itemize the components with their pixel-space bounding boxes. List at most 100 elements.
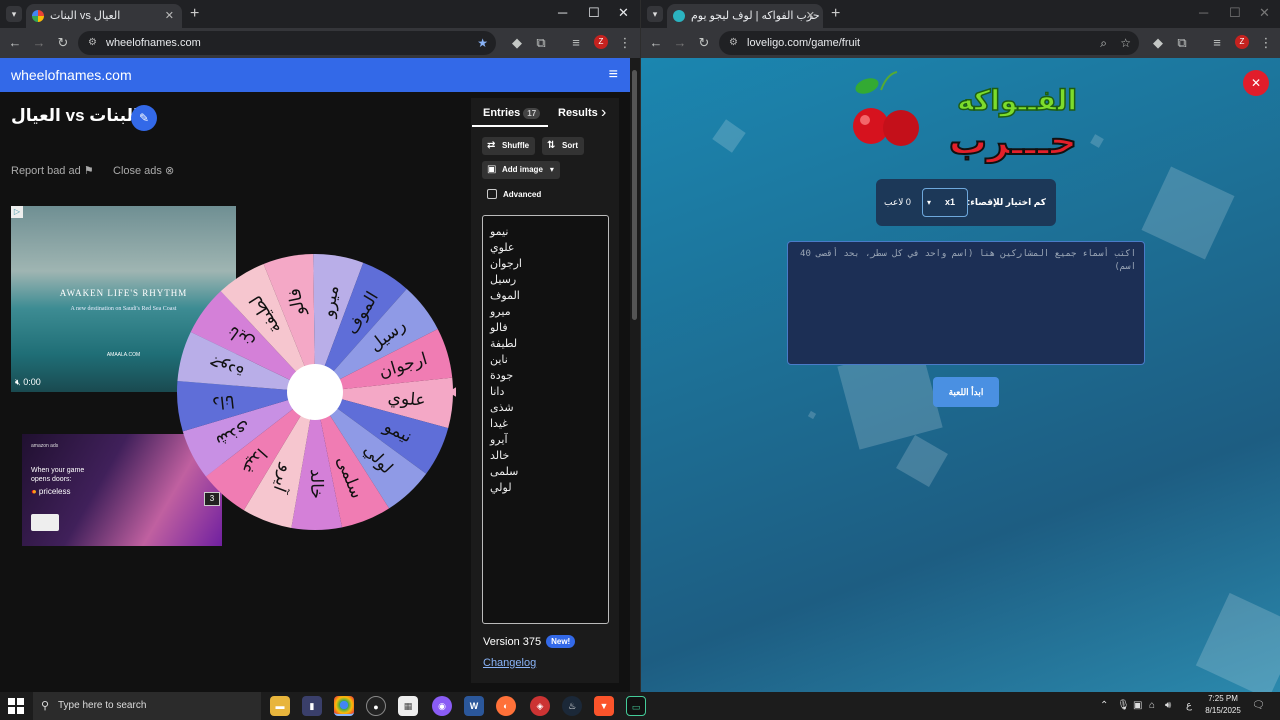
tray-app-icon[interactable]: ▣ [1133, 699, 1142, 713]
game-close-button[interactable]: ✕ [1243, 70, 1269, 96]
left-url: wheelofnames.com [106, 37, 201, 49]
close-ads-link[interactable]: Close ads ⊗ [113, 164, 174, 177]
messenger-icon[interactable]: ◉ [432, 696, 452, 716]
extension-gem-icon[interactable]: ◆ [1149, 34, 1167, 52]
taskbar-search[interactable]: ⚲ Type here to search [33, 692, 261, 720]
logo-bottom-text: حـــرب [949, 119, 1077, 163]
tab-search-icon[interactable]: ▾ [647, 6, 663, 22]
right-toolbar: ← → ↻ ⚙ loveligo.com/game/fruit ⌕ ☆ ◆ ⧉ … [641, 28, 1280, 58]
reload-icon[interactable]: ↻ [54, 34, 72, 52]
advanced-label: Advanced [503, 190, 542, 199]
site-info-icon[interactable]: ⚙ [88, 31, 97, 55]
microphone-icon[interactable]: 🎙︎ [1117, 699, 1130, 713]
close-window-icon[interactable]: ✕ [618, 4, 629, 22]
checkbox-box[interactable] [487, 189, 497, 199]
add-image-button[interactable]: ▣ Add image ▾ [482, 161, 560, 179]
report-bad-ad-link[interactable]: Report bad ad ⚑ [11, 164, 94, 177]
entries-textarea[interactable]: نيمو علوي ارجوان رسيل الموف ميرو فالو لط… [482, 215, 609, 624]
chrome-menu-icon[interactable]: ⋮ [616, 34, 634, 52]
app-icon[interactable]: ▮ [302, 696, 322, 716]
back-icon[interactable]: ← [647, 34, 665, 52]
bookmark-star-icon[interactable]: ★ [477, 31, 488, 55]
forward-icon[interactable]: → [30, 34, 48, 52]
list-item: ميرو [490, 306, 511, 318]
maximize-icon[interactable]: ☐ [1229, 4, 1241, 22]
changelog-link[interactable]: Changelog [483, 657, 536, 669]
tab-entries[interactable]: Entries 17 [483, 107, 541, 119]
close-tab-icon[interactable]: ✕ [165, 4, 174, 28]
bookmark-star-icon[interactable]: ☆ [1120, 31, 1131, 55]
windows-start-icon[interactable] [8, 698, 24, 714]
site-logo-text[interactable]: wheelofnames.com [11, 67, 132, 83]
tab-search-icon[interactable]: ▾ [6, 6, 22, 22]
wheel-center[interactable] [287, 364, 343, 420]
word-icon[interactable]: W [464, 696, 484, 716]
forward-icon[interactable]: → [671, 34, 689, 52]
brave-icon[interactable]: ▼ [594, 696, 614, 716]
new-tab-button[interactable]: + [190, 4, 199, 24]
scrollbar-thumb[interactable] [632, 70, 637, 320]
sort-button[interactable]: ⇅ Sort [542, 137, 584, 155]
extension-gem-icon[interactable]: ◆ [508, 34, 526, 52]
spin-wheel[interactable]: علوينيمولوليسلمىخالدآيروغيداشذىداناجودةن… [176, 252, 456, 532]
volume-icon[interactable]: 🔊︎ [1165, 699, 1171, 713]
cherry-stem [880, 71, 898, 91]
close-window-icon[interactable]: ✕ [1259, 4, 1270, 22]
ad2-brand: amazon ads [31, 443, 59, 449]
steam-icon[interactable]: ♨ [562, 696, 582, 716]
file-explorer-icon[interactable]: ▬ [270, 696, 290, 716]
taskbar-clock[interactable]: 7:25 PM 8/15/2025 [1203, 693, 1243, 717]
tray-chevron-icon[interactable]: ⌃ [1100, 699, 1108, 713]
mute-icon[interactable]: 🔇︎ [15, 377, 21, 387]
obs-icon[interactable]: ● [366, 696, 386, 716]
new-tab-button[interactable]: + [831, 4, 840, 24]
back-icon[interactable]: ← [6, 34, 24, 52]
hamburger-menu-icon[interactable]: ≡ [609, 58, 618, 92]
elimination-select[interactable]: ▾ x1 [922, 188, 968, 217]
list-item: لطيفة [490, 338, 518, 350]
caret-down-icon: ▾ [549, 165, 554, 174]
right-active-tab[interactable]: لعبة حرب الفواكه | لوف ليجو يوم ✕ [667, 4, 823, 28]
tab-results[interactable]: Results [558, 107, 598, 119]
page-scrollbar[interactable] [630, 58, 640, 692]
reading-list-icon[interactable]: ≡ [567, 34, 585, 52]
chrome-taskbar-icon[interactable] [334, 696, 354, 716]
chrome-menu-icon[interactable]: ⋮ [1257, 34, 1275, 52]
page-title: البنات vs العيال [11, 106, 139, 125]
profile-avatar[interactable]: Z [1235, 35, 1249, 49]
maximize-icon[interactable]: ☐ [588, 4, 600, 22]
names-input[interactable] [787, 241, 1145, 365]
terminal-icon[interactable]: ▭ [626, 696, 646, 716]
left-active-tab[interactable]: البنات vs العيال ✕ [26, 4, 182, 28]
minimize-icon[interactable]: ─ [1199, 4, 1208, 22]
extensions-puzzle-icon[interactable]: ⧉ [532, 34, 550, 52]
list-item: سلمى [490, 466, 519, 478]
left-address-bar[interactable]: ⚙ wheelofnames.com ★ [78, 31, 496, 55]
network-icon[interactable]: ⌂ [1149, 699, 1155, 713]
edit-title-button[interactable]: ✎ [131, 105, 157, 131]
reading-list-icon[interactable]: ≡ [1208, 34, 1226, 52]
site-info-icon[interactable]: ⚙ [729, 31, 738, 55]
ad-choices-icon[interactable]: ▷ [11, 206, 23, 218]
profile-avatar[interactable]: Z [594, 35, 608, 49]
shuffle-button[interactable]: ⇄ Shuffle [482, 137, 536, 155]
right-address-bar[interactable]: ⚙ loveligo.com/game/fruit ⌕ ☆ [719, 31, 1139, 55]
list-item: الموف [490, 290, 520, 302]
list-item: نيمو [490, 226, 509, 238]
firefox-icon[interactable]: ◐ [496, 696, 516, 716]
store-icon[interactable]: ▦ [398, 696, 418, 716]
advanced-checkbox[interactable]: Advanced [487, 189, 541, 199]
report-ad-label: Report bad ad [11, 165, 81, 177]
app-icon-red[interactable]: ◈ [530, 696, 550, 716]
reload-icon[interactable]: ↻ [695, 34, 713, 52]
zoom-icon[interactable]: ⌕ [1100, 31, 1107, 55]
list-item: غيدا [490, 418, 508, 430]
close-tab-icon[interactable]: ✕ [806, 4, 815, 28]
elimination-label: كم اختيار للإقصاء: [967, 197, 1046, 207]
input-language[interactable]: ع [1186, 699, 1192, 713]
extensions-puzzle-icon[interactable]: ⧉ [1173, 34, 1191, 52]
start-game-button[interactable]: ابدأ اللعبة [933, 377, 999, 407]
minimize-icon[interactable]: ─ [558, 4, 567, 22]
chevron-right-icon[interactable]: › [601, 104, 606, 122]
notifications-icon[interactable]: 🗨︎ [1252, 699, 1265, 713]
